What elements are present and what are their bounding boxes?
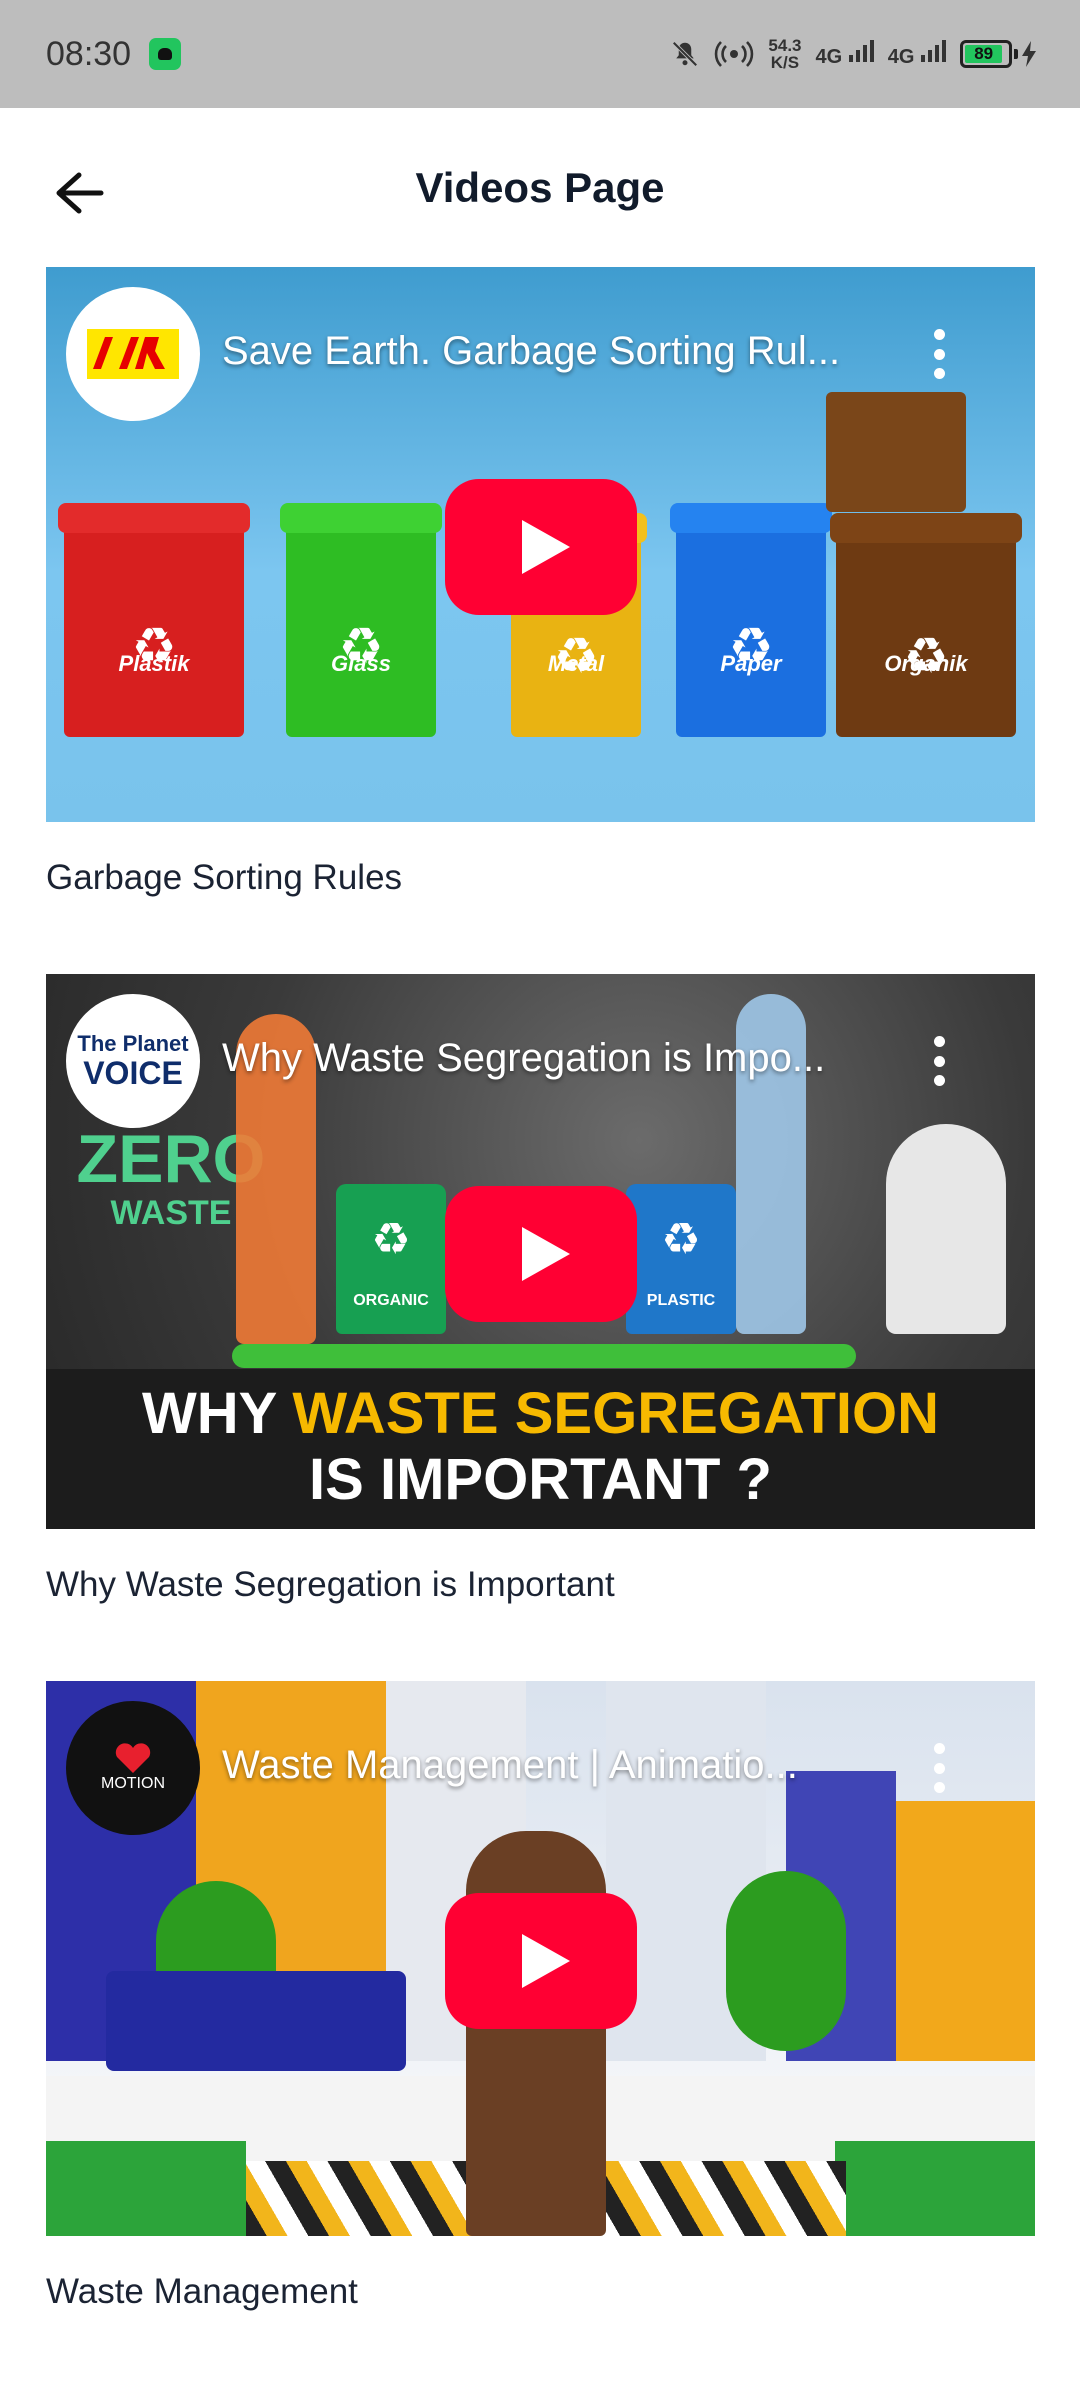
play-button[interactable] (445, 1186, 637, 1322)
building (896, 1801, 1035, 2061)
play-button[interactable] (445, 479, 637, 615)
video-caption: Garbage Sorting Rules (46, 858, 403, 897)
banner-line-1: WHY WASTE SEGREGATION (46, 1381, 1035, 1447)
signal-bars-icon (848, 40, 874, 62)
channel-logo[interactable]: The Planet VOICE (66, 994, 200, 1128)
grass (835, 2141, 1035, 2236)
mute-bell-icon (672, 41, 698, 67)
play-button[interactable] (445, 1893, 637, 2029)
network-type-1: 4G (815, 46, 843, 68)
video-thumbnail[interactable]: MOTION Waste Management | Animatio... (46, 1681, 1035, 2236)
bin-organic: ♻ ORGANIC (336, 1184, 446, 1334)
truck (106, 1971, 406, 2071)
video-card: MOTION Waste Management | Animatio... Wa… (46, 1681, 1035, 2312)
speed-value: 54.3 (768, 36, 802, 55)
signal-2: 4G (888, 39, 946, 69)
heart-logo-icon (115, 1743, 151, 1773)
bin-glass: ♻ Glass (280, 503, 442, 737)
status-right: 54.3 K/S 4G 4G 89 (670, 37, 1038, 71)
video-card: ZERO WASTE ♻ ORGANIC ♻ PLASTIC WHY WASTE… (46, 974, 1035, 1605)
banner-highlight: WASTE SEGREGATION (292, 1381, 940, 1446)
charging-icon (1022, 41, 1036, 67)
bin-organik: ♻ Organik (830, 513, 1022, 737)
bin-paper: ♻ Paper (670, 503, 832, 737)
title-banner: WHY WASTE SEGREGATION IS IMPORTANT ? (46, 1369, 1035, 1529)
channel-logo-text: MOTION (101, 1775, 165, 1792)
play-icon (522, 520, 570, 574)
hotspot-icon (715, 41, 754, 67)
play-icon (522, 1934, 570, 1988)
video-card: ♻ Plastik ♻ Glass ♻ Metal ♻ Paper ♻ Orga… (46, 267, 1035, 898)
bin-label: Plastik (118, 651, 190, 676)
video-title: Why Waste Segregation is Impo... (222, 1036, 826, 1080)
status-time: 08:30 (46, 34, 132, 73)
signal-1: 4G (816, 39, 874, 69)
person-figure (886, 1124, 1006, 1334)
video-caption: Waste Management (46, 2272, 358, 2311)
status-bar: 08:30 54.3 K/S 4G 4G 89 (0, 0, 1080, 108)
bin-plastik: ♻ Plastik (58, 503, 250, 737)
bin-label: ORGANIC (353, 1292, 429, 1309)
app-header: Videos Page (0, 108, 1080, 268)
channel-logo-line1: The Planet (77, 1031, 189, 1056)
banner-line-2: IS IMPORTANT ? (309, 1447, 772, 1512)
channel-logo-line2: VOICE (83, 1055, 183, 1091)
bin-label: PLASTIC (646, 1292, 716, 1309)
network-type-2: 4G (887, 46, 915, 68)
battery-level: 89 (965, 44, 1003, 63)
status-left: 08:30 (46, 34, 182, 74)
channel-logo[interactable]: MOTION (66, 1701, 200, 1835)
channel-logo-icon (87, 329, 179, 379)
network-speed: 54.3 K/S (768, 37, 801, 71)
signal-bars-icon (921, 40, 946, 62)
app-notification-icon (149, 38, 182, 70)
bin-label: Paper (720, 651, 782, 676)
video-thumbnail[interactable]: ♻ Plastik ♻ Glass ♻ Metal ♻ Paper ♻ Orga… (46, 267, 1035, 822)
person-figure (466, 1831, 606, 2236)
bin-plastic: ♻ PLASTIC (626, 1184, 736, 1334)
bin-label: Metal (547, 651, 605, 676)
banner-why: WHY (141, 1381, 277, 1446)
channel-logo[interactable] (66, 287, 200, 421)
falling-waste-box (826, 392, 966, 512)
page-title: Videos Page (415, 164, 665, 211)
bin-label: Organik (884, 651, 968, 676)
tree (726, 1871, 846, 2051)
grass (46, 2141, 246, 2236)
green-bar (232, 1344, 856, 1368)
more-options-icon[interactable] (933, 329, 945, 379)
video-title: Waste Management | Animatio... (222, 1743, 798, 1787)
battery-indicator: 89 (960, 40, 1038, 68)
video-caption: Why Waste Segregation is Important (46, 1565, 615, 1604)
video-title: Save Earth. Garbage Sorting Rul... (222, 329, 841, 373)
video-thumbnail[interactable]: ZERO WASTE ♻ ORGANIC ♻ PLASTIC WHY WASTE… (46, 974, 1035, 1529)
play-icon (522, 1227, 570, 1281)
more-options-icon[interactable] (933, 1036, 945, 1086)
more-options-icon[interactable] (933, 1743, 945, 1793)
speed-unit: K/S (770, 53, 800, 72)
battery-icon: 89 (960, 40, 1012, 68)
bin-label: Glass (331, 651, 391, 676)
